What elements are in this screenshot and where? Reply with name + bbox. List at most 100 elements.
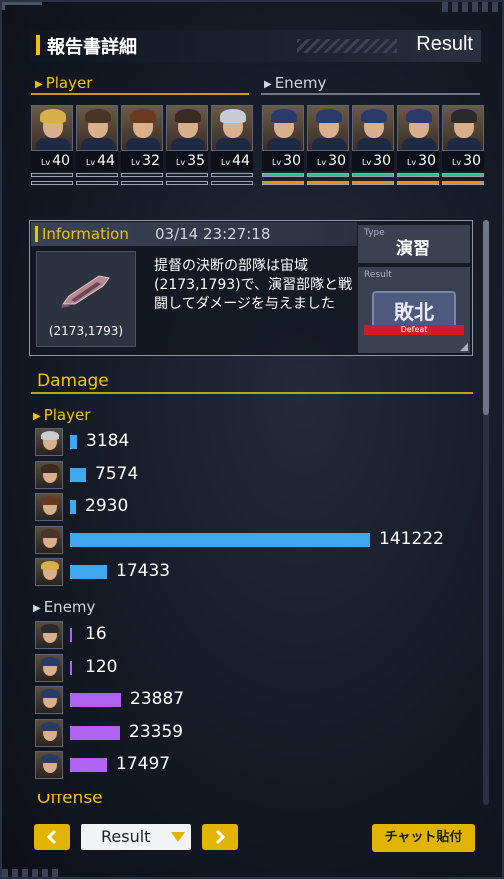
level-value: 30 — [283, 153, 301, 169]
portrait-hair — [130, 109, 156, 123]
player-unit-card[interactable]: Lv 35 — [166, 105, 208, 185]
unit-level: Lv 35 — [166, 151, 208, 171]
damage-value: 16 — [85, 624, 107, 644]
portrait-body — [357, 138, 391, 150]
unit-avatar — [35, 653, 63, 682]
portrait-hair — [220, 109, 246, 123]
unit-gauge — [397, 173, 439, 177]
portrait-body — [447, 138, 481, 150]
paste-to-chat-button[interactable]: チャット貼付 — [372, 824, 475, 852]
avatar-hair — [41, 463, 59, 473]
enemy-unit-card[interactable]: Lv 30 — [262, 105, 304, 185]
damage-row: 3184 — [35, 428, 475, 456]
portrait-body — [267, 138, 301, 150]
unit-portrait — [121, 105, 163, 151]
player-unit-card[interactable]: Lv 44 — [76, 105, 118, 185]
damage-row: 2930 — [35, 493, 475, 521]
unit-portrait — [211, 105, 253, 151]
level-value: 30 — [328, 153, 346, 169]
unit-portrait — [397, 105, 439, 151]
unit-gauge — [211, 173, 253, 177]
unit-gauge — [121, 173, 163, 177]
unit-portrait — [76, 105, 118, 151]
damage-value: 7574 — [95, 463, 139, 484]
level-prefix: Lv — [130, 158, 141, 167]
unit-level: Lv 44 — [211, 151, 253, 171]
enemy-unit-card[interactable]: Lv 30 — [397, 105, 439, 185]
enemy-unit-card[interactable]: Lv 30 — [352, 105, 394, 185]
section-select[interactable]: Result — [81, 824, 191, 850]
enemy-unit-card[interactable]: Lv 30 — [442, 105, 484, 185]
unit-gauge — [352, 181, 394, 185]
triangle-right-icon: ▶ — [264, 79, 272, 90]
player-unit-card[interactable]: Lv 32 — [121, 105, 163, 185]
header-result-label: Result — [416, 33, 473, 55]
unit-level: Lv 40 — [31, 151, 73, 171]
player-unit-card[interactable]: Lv 40 — [31, 105, 73, 185]
triangle-right-icon: ▶ — [33, 411, 41, 422]
portrait-hair — [451, 109, 477, 123]
level-prefix: Lv — [316, 158, 327, 167]
player-unit-card[interactable]: Lv 44 — [211, 105, 253, 185]
damage-value: 2930 — [85, 496, 129, 516]
portrait-hair — [85, 109, 111, 123]
avatar-hair — [41, 754, 59, 763]
battle-location-thumbnail[interactable]: (2173,1793) — [36, 251, 136, 347]
damage-value: 120 — [85, 656, 118, 677]
portrait-hair — [271, 109, 297, 123]
unit-portrait — [352, 105, 394, 151]
previous-button[interactable] — [34, 824, 70, 850]
unit-gauge — [76, 173, 118, 177]
damage-row: 16 — [35, 621, 475, 649]
type-label: Type — [364, 228, 385, 238]
chevron-left-icon — [46, 829, 57, 845]
damage-bar — [70, 467, 86, 482]
enemy-unit-card[interactable]: Lv 30 — [307, 105, 349, 185]
damage-bar — [70, 500, 76, 514]
unit-level: Lv 44 — [76, 151, 118, 171]
scrollbar-thumb[interactable] — [483, 220, 489, 415]
chevron-right-icon — [215, 829, 226, 845]
portrait-hair — [175, 109, 201, 123]
unit-avatar — [35, 621, 63, 649]
information-title-bar: Information 03/14 23:27:18 — [31, 222, 357, 246]
damage-value: 23887 — [130, 689, 185, 709]
damage-bar — [70, 725, 120, 740]
result-subtext: Defeat — [364, 325, 464, 335]
damage-player-label-text: Player — [43, 406, 91, 424]
next-button[interactable] — [202, 824, 238, 850]
damage-bar — [70, 660, 72, 675]
level-prefix: Lv — [406, 158, 417, 167]
portrait-body — [81, 138, 115, 150]
battle-type-box: Type 演習 — [358, 225, 470, 263]
level-value: 30 — [418, 153, 436, 169]
damage-row: 23359 — [35, 718, 475, 747]
portrait-body — [171, 138, 205, 150]
damage-row: 17433 — [35, 558, 475, 586]
unit-level: Lv 30 — [442, 151, 484, 171]
unit-avatar — [35, 558, 63, 586]
unit-gauge — [76, 181, 118, 185]
level-value: 30 — [373, 153, 391, 169]
level-value: 35 — [187, 153, 205, 169]
avatar-hair — [41, 624, 59, 633]
unit-gauge — [352, 173, 394, 177]
battle-datetime: 03/14 23:27:18 — [155, 225, 271, 243]
player-label-text: Player — [45, 74, 93, 92]
unit-gauge — [31, 173, 73, 177]
damage-row: 17497 — [35, 751, 475, 779]
enemy-label-text: Enemy — [274, 74, 327, 92]
portrait-hair — [361, 109, 387, 123]
player-portraits: Lv 40 Lv 44 Lv 32 Lv 35 Lv 44 — [31, 105, 256, 185]
offense-section-title: Offense — [37, 794, 117, 804]
info-accent-bar — [35, 226, 38, 242]
level-value: 44 — [97, 153, 115, 169]
unit-level: Lv 30 — [262, 151, 304, 171]
avatar-hair — [41, 431, 59, 440]
offense-title-text: Offense — [37, 794, 103, 804]
unit-level: Lv 30 — [307, 151, 349, 171]
portrait-hair — [406, 109, 432, 123]
damage-value: 17433 — [116, 561, 171, 581]
portrait-hair — [316, 109, 342, 123]
damage-bar — [70, 758, 107, 772]
